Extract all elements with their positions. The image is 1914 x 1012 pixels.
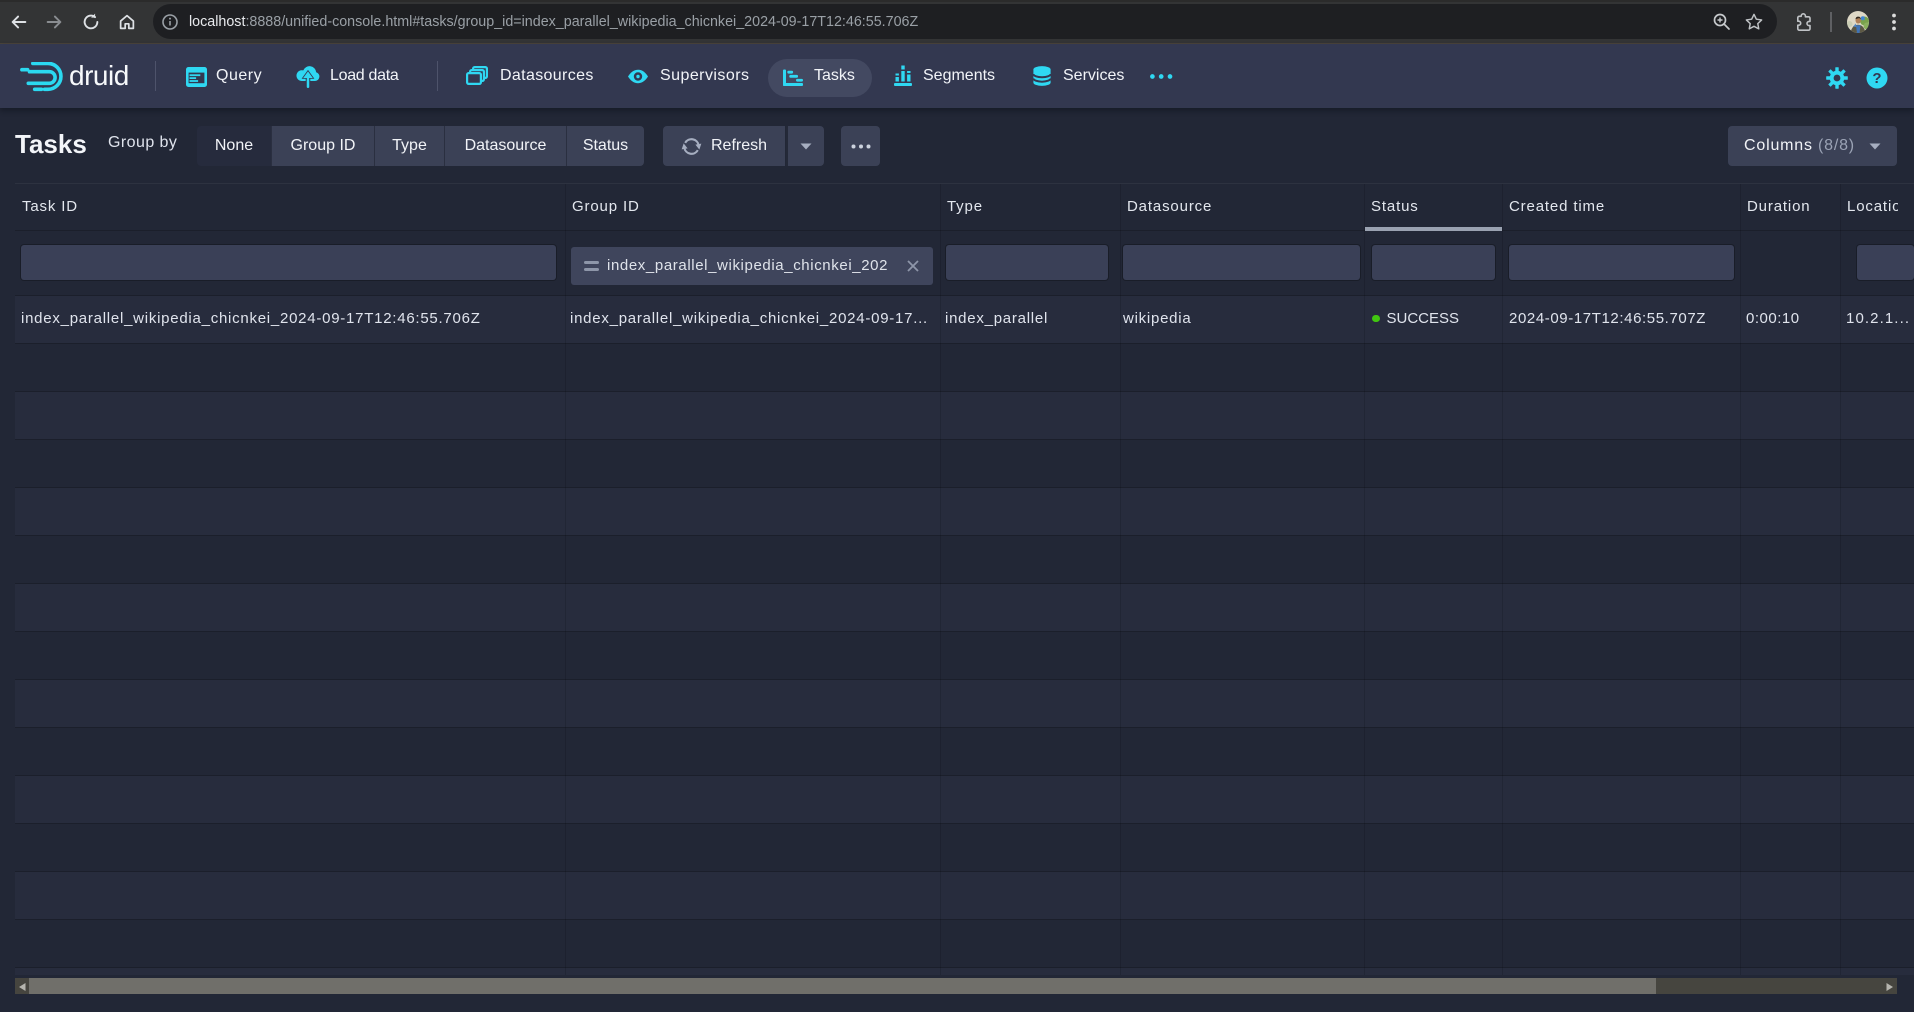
svg-text:?: ? xyxy=(1872,70,1881,87)
